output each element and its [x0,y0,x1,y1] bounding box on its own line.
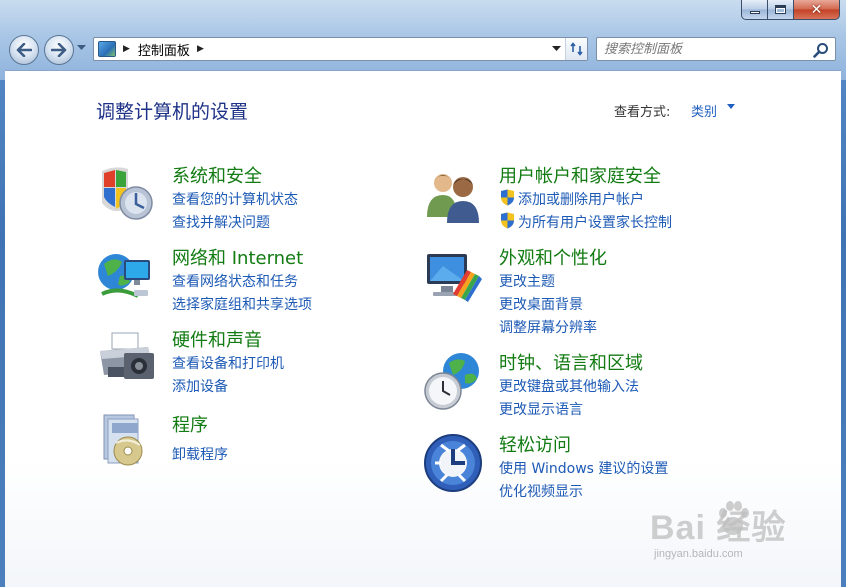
link-devices-printers[interactable]: 查看设备和打印机 [172,353,284,373]
back-button[interactable] [9,35,39,65]
category-programs[interactable]: 程序 [172,411,208,437]
view-mode-dropdown[interactable]: 类别 [691,101,717,120]
link-change-display-language[interactable]: 更改显示语言 [499,399,583,419]
chevron-down-icon[interactable] [727,104,735,109]
breadcrumb-separator-icon[interactable]: ▶ [197,44,204,54]
security-shield-icon[interactable] [94,163,158,227]
programs-icon[interactable] [94,409,158,473]
link-add-remove-users[interactable]: 添加或删除用户帐户 [518,189,644,209]
address-history-dropdown[interactable] [547,38,565,60]
uac-shield-icon [501,212,514,229]
clock-globe-icon[interactable] [421,349,485,413]
breadcrumb-separator-icon[interactable]: ▶ [123,44,130,54]
breadcrumb-control-panel[interactable]: 控制面板 [138,40,190,59]
link-optimize-video-display[interactable]: 优化视频显示 [499,481,583,501]
link-change-theme[interactable]: 更改主题 [499,271,555,291]
monitor-palette-icon[interactable] [421,246,485,310]
close-button[interactable]: ✕ [794,0,840,20]
category-system-security[interactable]: 系统和安全 [172,162,262,188]
ease-of-access-icon[interactable] [421,431,485,495]
link-desktop-background[interactable]: 更改桌面背景 [499,294,583,314]
search-box[interactable] [596,37,836,61]
view-mode-label: 查看方式: [614,105,671,120]
category-ease-of-access[interactable]: 轻松访问 [499,431,571,457]
link-windows-recommended-settings[interactable]: 使用 Windows 建议的设置 [499,458,668,478]
minimize-button[interactable] [741,0,768,20]
chevron-down-icon [551,46,561,51]
maximize-button[interactable] [768,0,794,20]
link-troubleshoot[interactable]: 查找并解决问题 [172,212,270,232]
chevron-down-icon [77,45,86,50]
category-clock-language-region[interactable]: 时钟、语言和区域 [499,349,643,375]
control-panel-icon [98,41,116,57]
watermark-url: jingyan.baidu.com [654,548,743,560]
link-parental-controls[interactable]: 为所有用户设置家长控制 [518,212,672,232]
link-homegroup-sharing[interactable]: 选择家庭组和共享选项 [172,294,312,314]
recent-pages-dropdown[interactable] [77,44,86,54]
refresh-button[interactable] [565,38,587,60]
caption-buttons: ✕ [741,0,840,20]
paw-icon [719,501,749,535]
users-icon[interactable] [421,163,485,227]
maximize-icon [775,5,786,14]
arrow-left-icon [16,43,32,57]
link-view-computer-status[interactable]: 查看您的计算机状态 [172,189,298,209]
printer-icon[interactable] [94,329,158,393]
arrow-right-icon [51,43,67,57]
link-add-device[interactable]: 添加设备 [172,376,228,396]
category-user-accounts[interactable]: 用户帐户和家庭安全 [499,162,661,188]
close-icon: ✕ [810,1,823,18]
page-title: 调整计算机的设置 [96,101,249,123]
category-hardware-sound[interactable]: 硬件和声音 [172,326,262,352]
window-frame: ✕ ▶ 控制面板 ▶ 搜索控制面板 调整计算机的设置 查看方式: 类别 系统和安… [0,0,846,587]
category-network-internet[interactable]: 网络和 Internet [172,244,303,270]
link-uninstall-program[interactable]: 卸载程序 [172,444,228,464]
search-icon[interactable] [813,42,829,58]
refresh-icon [569,42,583,56]
forward-button[interactable] [44,35,74,65]
search-input[interactable] [604,39,809,59]
link-change-input-method[interactable]: 更改键盘或其他输入法 [499,376,639,396]
address-bar[interactable]: ▶ 控制面板 ▶ [93,37,588,61]
link-screen-resolution[interactable]: 调整屏幕分辨率 [499,317,597,337]
minimize-icon [749,11,760,14]
link-network-status[interactable]: 查看网络状态和任务 [172,271,298,291]
uac-shield-icon [501,189,514,206]
network-globe-icon[interactable] [94,246,158,310]
category-appearance[interactable]: 外观和个性化 [499,244,607,270]
